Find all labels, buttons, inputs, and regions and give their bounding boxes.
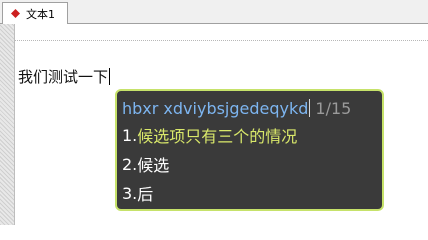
candidate-index: 2.	[122, 154, 138, 174]
ime-composition-string: hbxr xdviybsjgedeqykd	[122, 98, 309, 118]
candidate-index: 3.	[122, 183, 138, 203]
text-caret	[109, 67, 111, 85]
tab-bar: 文本1	[0, 0, 428, 24]
ime-candidate-window: hbxr xdviybsjgedeqykd 1/15 1. 候选项只有三个的情况…	[115, 89, 384, 211]
editor-text-line: 我们测试一下	[18, 66, 111, 86]
ime-candidate-2[interactable]: 2. 候选	[122, 152, 169, 176]
ime-candidate-3[interactable]: 3. 后	[122, 181, 153, 205]
tab-label: 文本1	[26, 7, 55, 21]
ime-composition-line: hbxr xdviybsjgedeqykd 1/15	[122, 97, 351, 119]
candidate-text: 后	[137, 185, 154, 204]
ime-candidate-1[interactable]: 1. 候选项只有三个的情况	[122, 123, 297, 147]
tab-document[interactable]: 文本1	[2, 2, 68, 24]
editor-text: 我们测试一下	[18, 67, 109, 86]
candidate-text: 候选	[137, 156, 170, 175]
candidate-text: 候选项只有三个的情况	[137, 127, 298, 146]
editor-gutter	[0, 24, 15, 225]
ime-caret	[309, 99, 311, 117]
candidate-index: 1.	[122, 125, 138, 145]
document-diamond-icon	[9, 8, 21, 20]
ime-page-indicator: 1/15	[315, 98, 352, 118]
